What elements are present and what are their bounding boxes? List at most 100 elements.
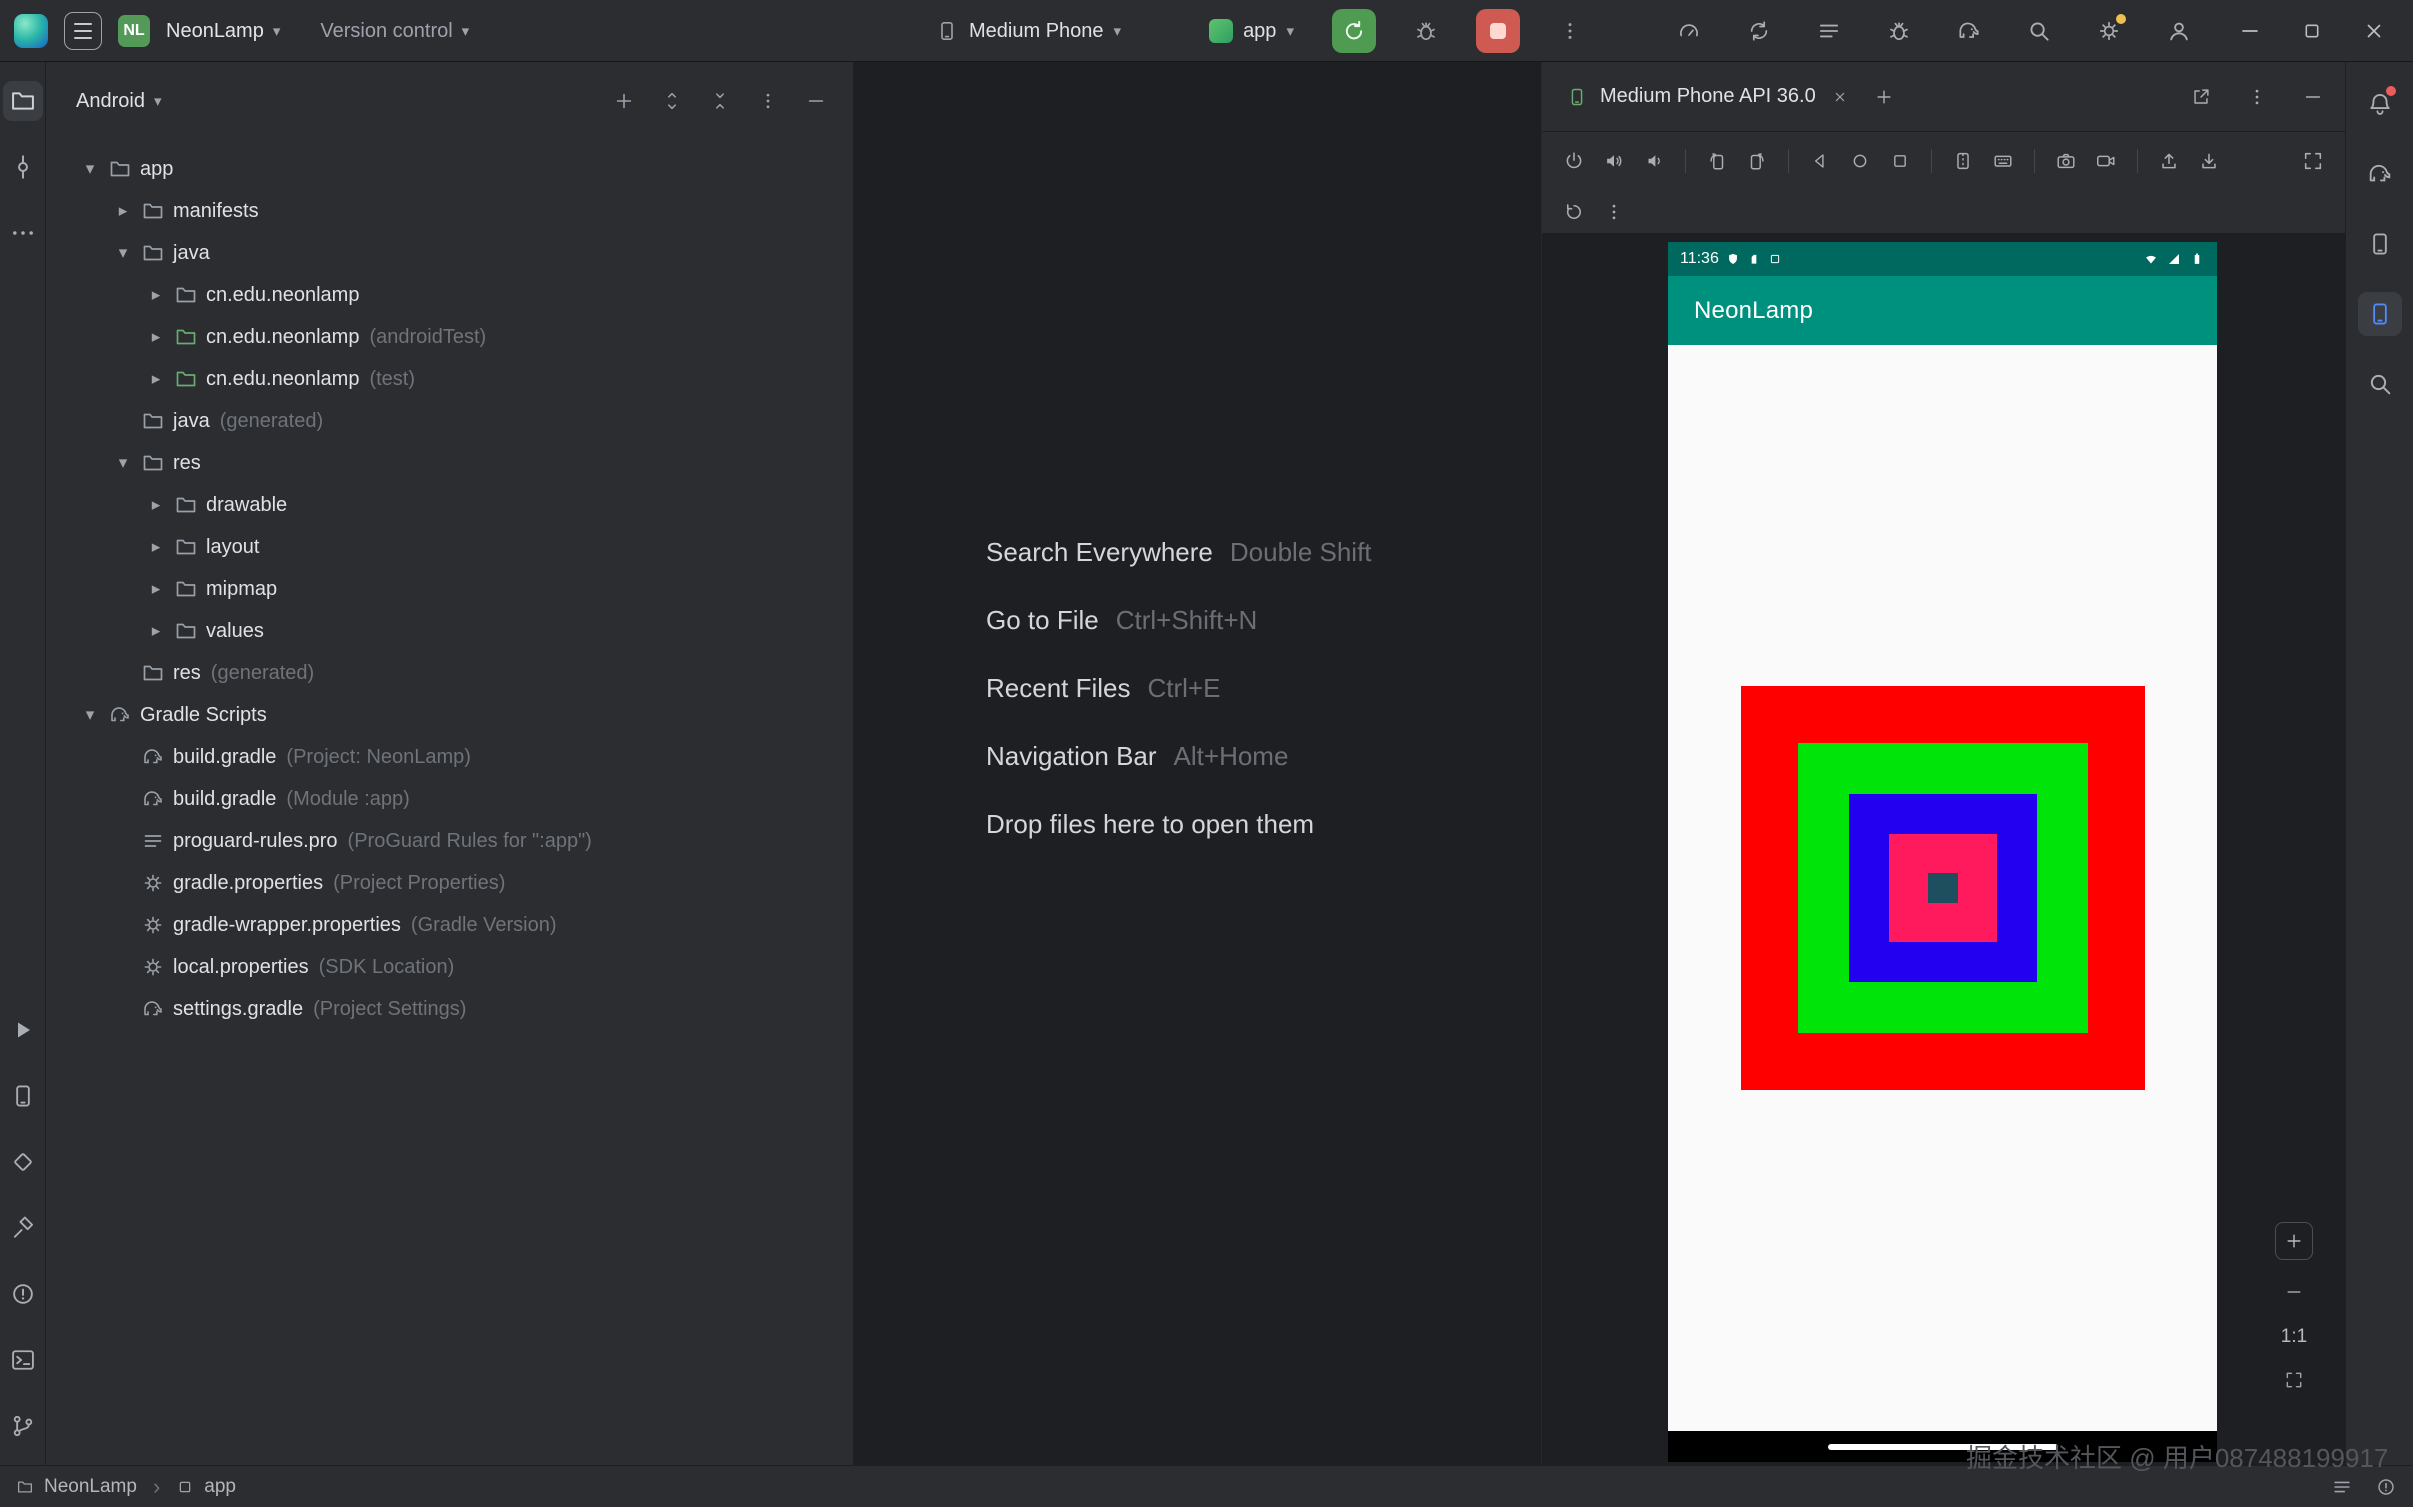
search-icon[interactable]	[2017, 9, 2061, 53]
volume-down-icon[interactable]	[1636, 143, 1672, 179]
chevron-right-icon[interactable]: ▸	[142, 579, 170, 599]
chevron-right-icon[interactable]: ▸	[109, 201, 137, 221]
more-actions-button[interactable]	[1548, 9, 1592, 53]
screenshot-icon[interactable]	[2048, 143, 2084, 179]
view-options-icon[interactable]	[1596, 194, 1632, 230]
account-icon[interactable]	[2157, 9, 2201, 53]
device-selector[interactable]: Medium Phone ▾	[935, 19, 1121, 43]
android-overview-icon[interactable]	[1882, 143, 1918, 179]
chevron-right-icon[interactable]: ▸	[142, 537, 170, 557]
running-devices-tool-icon[interactable]	[2357, 292, 2402, 336]
tree-item-res-generated[interactable]: res (generated)	[46, 652, 853, 694]
sync-icon[interactable]	[1737, 9, 1781, 53]
stop-button[interactable]	[1475, 9, 1520, 53]
add-icon[interactable]	[607, 84, 641, 118]
close-tab-icon[interactable]	[1828, 85, 1852, 109]
android-back-icon[interactable]	[1802, 143, 1838, 179]
tree-item-package-main[interactable]: ▸ cn.edu.neonlamp	[46, 274, 853, 316]
tree-item-drawable[interactable]: ▸ drawable	[46, 484, 853, 526]
tree-item-res[interactable]: ▾ res	[46, 442, 853, 484]
main-menu-button[interactable]	[64, 12, 102, 50]
close-button[interactable]	[2343, 0, 2405, 62]
logcat-tool-icon[interactable]	[3, 1076, 43, 1116]
hide-panel-icon[interactable]	[2295, 79, 2331, 115]
resize-display-icon[interactable]	[2295, 143, 2331, 179]
chevron-right-icon[interactable]: ▸	[142, 495, 170, 515]
gradle-tool-icon[interactable]	[2358, 152, 2402, 196]
fold-device-icon[interactable]	[1945, 143, 1981, 179]
zoom-fit-button[interactable]	[2284, 1370, 2304, 1390]
android-home-icon[interactable]	[1842, 143, 1878, 179]
tree-item-package-androidtest[interactable]: ▸ cn.edu.neonlamp (androidTest)	[46, 316, 853, 358]
build-tool-icon[interactable]	[3, 1208, 43, 1248]
terminal-tool-icon[interactable]	[3, 1340, 43, 1380]
problems-tool-icon[interactable]	[3, 1274, 43, 1314]
notifications-tool-icon[interactable]	[2358, 82, 2402, 126]
tree-item-values[interactable]: ▸ values	[46, 610, 853, 652]
hardware-input-icon[interactable]	[1985, 143, 2021, 179]
tree-item-java[interactable]: ▾ java	[46, 232, 853, 274]
add-device-tab-icon[interactable]	[1866, 79, 1902, 115]
chevron-right-icon[interactable]: ▸	[142, 285, 170, 305]
emulator-screen[interactable]: 11:36 NeonLamp	[1668, 242, 2217, 1462]
download-icon[interactable]	[2191, 143, 2227, 179]
git-tool-icon[interactable]	[3, 1406, 43, 1446]
tree-item-gradle-scripts[interactable]: ▾ Gradle Scripts	[46, 694, 853, 736]
chevron-right-icon[interactable]: ▸	[142, 327, 170, 347]
project-tool-icon[interactable]	[2, 81, 43, 121]
minimize-button[interactable]	[2219, 0, 2281, 62]
rotate-left-icon[interactable]	[1699, 143, 1735, 179]
tree-item-java-generated[interactable]: java (generated)	[46, 400, 853, 442]
settings-icon[interactable]	[2087, 9, 2131, 53]
device-tab[interactable]: Medium Phone API 36.0	[1556, 62, 1860, 131]
commit-tool-icon[interactable]	[3, 147, 43, 187]
expand-all-icon[interactable]	[655, 84, 689, 118]
run-configuration-selector[interactable]: app ▾	[1209, 19, 1294, 43]
tree-item-package-test[interactable]: ▸ cn.edu.neonlamp (test)	[46, 358, 853, 400]
chevron-down-icon[interactable]: ▾	[109, 453, 137, 473]
run-tool-icon[interactable]	[3, 1010, 43, 1050]
volume-up-icon[interactable]	[1596, 143, 1632, 179]
tree-item-app[interactable]: ▾ app	[46, 148, 853, 190]
chevron-down-icon[interactable]: ▾	[76, 159, 104, 179]
hide-panel-icon[interactable]	[799, 84, 833, 118]
open-in-window-icon[interactable]	[2183, 79, 2219, 115]
chevron-right-icon[interactable]: ▸	[142, 621, 170, 641]
panel-options-icon[interactable]	[2239, 79, 2275, 115]
tree-item-build-gradle-module[interactable]: build.gradle (Module :app)	[46, 778, 853, 820]
debug-button[interactable]	[1404, 9, 1448, 53]
event-log-icon[interactable]	[2331, 1476, 2353, 1498]
gradle-sync-icon[interactable]	[1947, 9, 1991, 53]
chevron-down-icon[interactable]: ▾	[76, 705, 104, 725]
collapse-all-icon[interactable]	[703, 84, 737, 118]
zoom-in-button[interactable]	[2275, 1222, 2313, 1260]
device-manager-tool-icon[interactable]	[2358, 222, 2402, 266]
app-insights-icon[interactable]	[1877, 9, 1921, 53]
rotate-right-icon[interactable]	[1739, 143, 1775, 179]
rerun-button[interactable]	[1331, 9, 1376, 53]
build-variants-icon[interactable]	[1807, 9, 1851, 53]
tree-item-settings-gradle[interactable]: settings.gradle (Project Settings)	[46, 988, 853, 1030]
panel-options-icon[interactable]	[751, 84, 785, 118]
chevron-down-icon[interactable]: ▾	[109, 243, 137, 263]
breadcrumb-module[interactable]: app	[204, 1476, 236, 1498]
project-view-selector[interactable]: Android ▾	[76, 90, 161, 113]
maximize-button[interactable]	[2281, 0, 2343, 62]
tree-item-manifests[interactable]: ▸ manifests	[46, 190, 853, 232]
tree-item-proguard-rules[interactable]: proguard-rules.pro (ProGuard Rules for "…	[46, 820, 853, 862]
chevron-right-icon[interactable]: ▸	[142, 369, 170, 389]
resource-manager-icon[interactable]	[3, 1142, 43, 1182]
zoom-out-button[interactable]	[2284, 1282, 2304, 1302]
tree-item-layout[interactable]: ▸ layout	[46, 526, 853, 568]
tree-item-local-properties[interactable]: local.properties (SDK Location)	[46, 946, 853, 988]
more-tools-icon[interactable]	[3, 213, 43, 253]
screen-record-icon[interactable]	[2088, 143, 2124, 179]
upload-icon[interactable]	[2151, 143, 2187, 179]
reset-view-icon[interactable]	[1556, 194, 1592, 230]
tree-item-gradle-wrapper-properties[interactable]: gradle-wrapper.properties (Gradle Versio…	[46, 904, 853, 946]
tree-item-build-gradle-project[interactable]: build.gradle (Project: NeonLamp)	[46, 736, 853, 778]
app-quality-insights-tool-icon[interactable]	[2358, 362, 2402, 406]
breadcrumb-project[interactable]: NeonLamp	[44, 1476, 137, 1498]
power-icon[interactable]	[1556, 143, 1592, 179]
profiler-icon[interactable]	[1667, 9, 1711, 53]
